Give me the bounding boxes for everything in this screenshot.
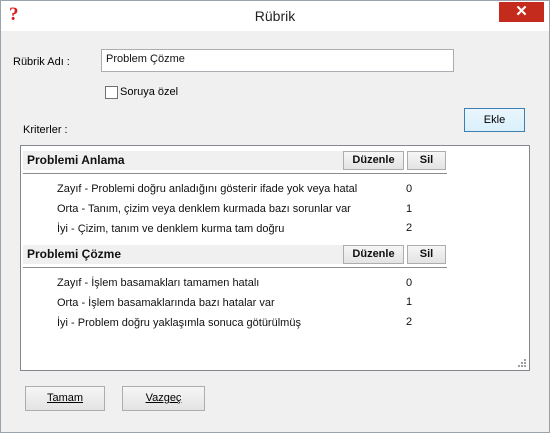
add-button[interactable]: Ekle (464, 108, 525, 132)
criteria-panel: Problemi Anlama Düzenle Sil Zayıf - Prob… (20, 145, 530, 371)
criterion-text: Zayıf - İşlem basamakları tamamen hatalı (57, 277, 260, 289)
criterion-score: 0 (406, 183, 413, 195)
section-title: Problemi Çözme (27, 247, 122, 261)
cancel-button[interactable]: Vazgeç (122, 386, 205, 411)
section-title: Problemi Anlama (27, 153, 125, 167)
window-title: Rübrik (254, 8, 296, 24)
edit-section-button[interactable]: Düzenle (343, 151, 404, 170)
criterion-text: Orta - Tanım, çizim veya denklem kurmada… (57, 203, 351, 215)
section-header: Problemi Çözme (23, 245, 357, 264)
rubric-name-label: Rübrik Adı : (13, 56, 70, 68)
criterion-score: 0 (406, 277, 413, 289)
ok-button-label: Tamam (46, 392, 84, 404)
delete-section-button[interactable]: Sil (407, 245, 446, 264)
section-header: Problemi Anlama (23, 151, 357, 170)
rubric-name-input[interactable]: Problem Çözme (101, 49, 454, 72)
section-divider (23, 267, 447, 268)
edit-section-button[interactable]: Düzenle (343, 245, 404, 264)
close-icon: ✕ (515, 3, 528, 20)
section-divider (23, 173, 447, 174)
criterion-text: Orta - İşlem basamaklarında bazı hatalar… (57, 297, 275, 309)
criterion-score: 2 (406, 222, 413, 234)
resize-grip-icon[interactable] (517, 358, 527, 368)
rubric-dialog: ? Rübrik ✕ Rübrik Adı : Problem Çözme So… (0, 0, 550, 433)
cancel-button-label: Vazgeç (145, 392, 182, 404)
criterion-text: İyi - Problem doğru yaklaşımla sonuca gö… (57, 317, 301, 329)
ok-button[interactable]: Tamam (25, 386, 105, 411)
criterion-score: 1 (406, 203, 413, 215)
title-bar: ? Rübrik ✕ (1, 1, 549, 31)
criterion-text: Zayıf - Problemi doğru anladığını göster… (57, 183, 358, 195)
close-button[interactable]: ✕ (499, 2, 544, 22)
delete-section-button[interactable]: Sil (407, 151, 446, 170)
criterion-score: 2 (406, 316, 413, 328)
question-specific-checkbox[interactable] (105, 86, 118, 99)
criterion-text: İyi - Çizim, tanım ve denklem kurma tam … (57, 223, 285, 235)
criteria-label: Kriterler : (23, 124, 68, 136)
question-specific-label[interactable]: Soruya özel (120, 86, 178, 98)
criterion-score: 1 (406, 296, 413, 308)
